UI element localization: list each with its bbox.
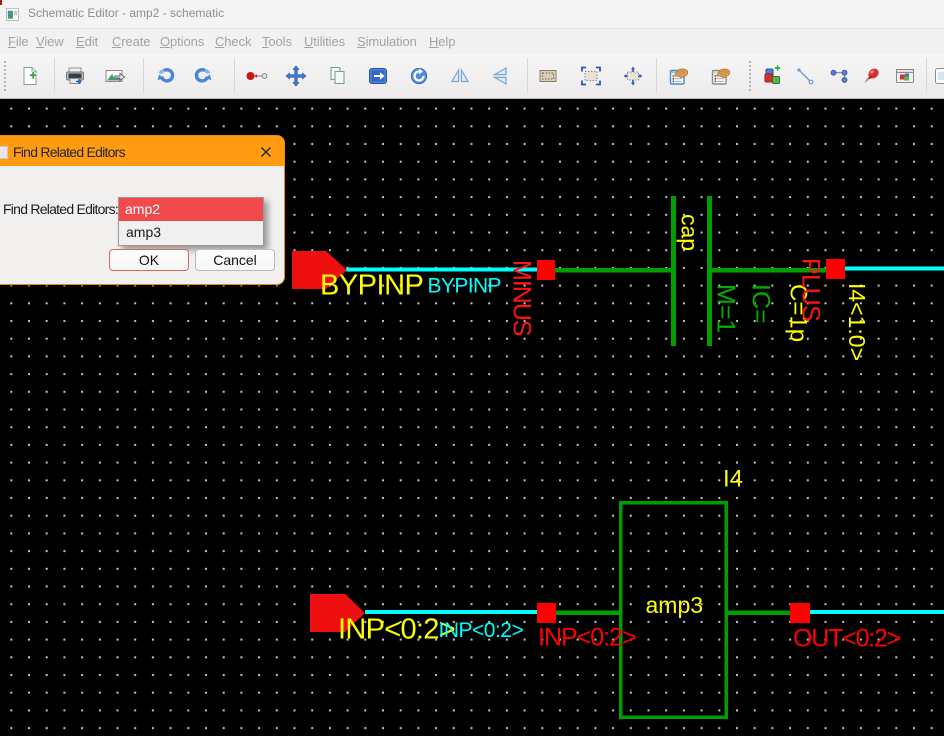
svg-text:M=1: M=1 xyxy=(712,284,740,333)
svg-text:cap: cap xyxy=(677,214,703,251)
svg-text:INP<0:2>: INP<0:2> xyxy=(538,624,636,652)
svg-text:OUT<0:2>: OUT<0:2> xyxy=(793,625,901,653)
svg-text:BYPINP: BYPINP xyxy=(428,275,501,298)
svg-text:PLUS: PLUS xyxy=(797,258,825,321)
svg-text:MINUS: MINUS xyxy=(508,260,536,336)
svg-text:I4<1:0>: I4<1:0> xyxy=(844,283,870,361)
svg-text:INP<0:2>: INP<0:2> xyxy=(338,614,455,646)
svg-text:I4: I4 xyxy=(723,466,743,493)
svg-text:BYPINP: BYPINP xyxy=(320,270,423,302)
svg-text:IC=: IC= xyxy=(747,284,775,324)
svg-text:INP<0:2>: INP<0:2> xyxy=(439,619,524,642)
svg-text:amp3: amp3 xyxy=(646,592,704,618)
